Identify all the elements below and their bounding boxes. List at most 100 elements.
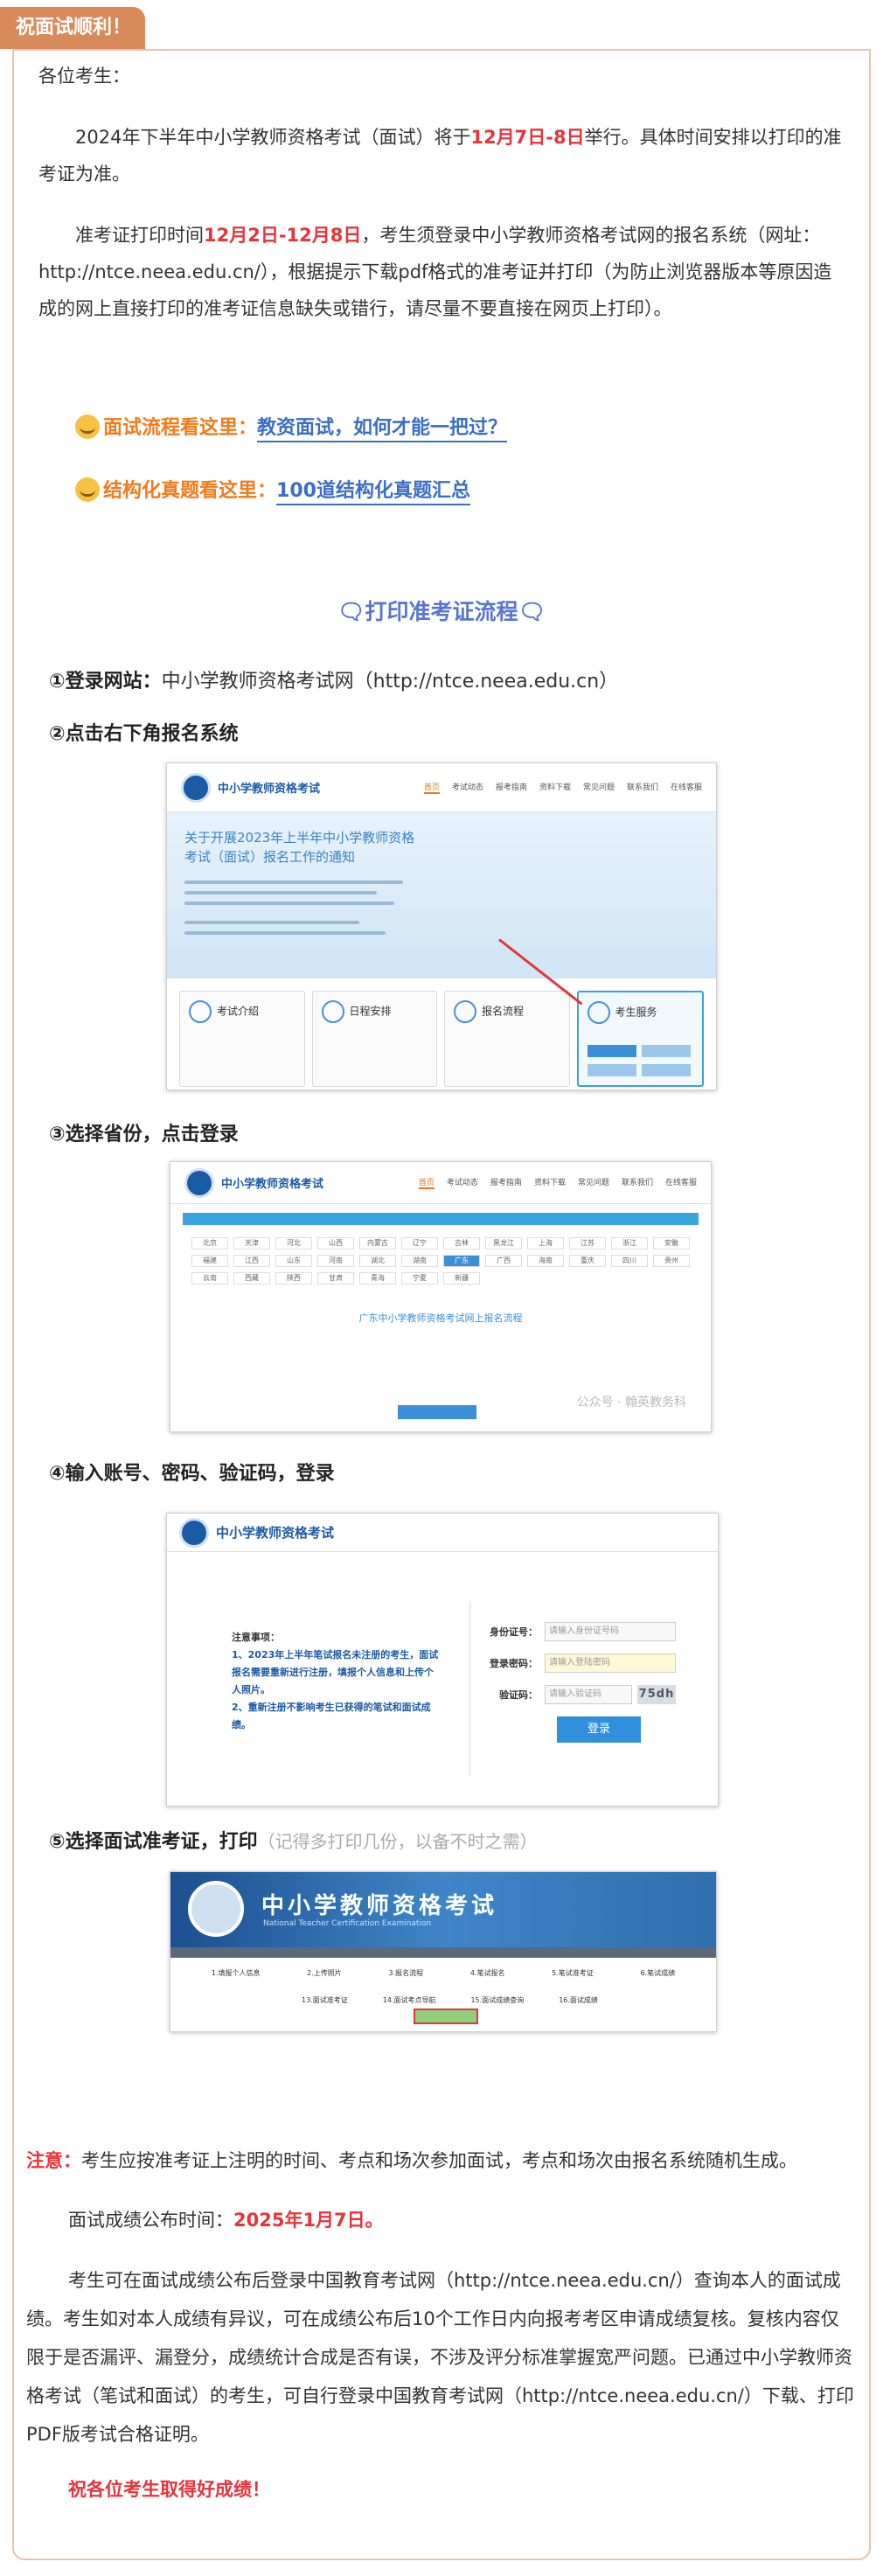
- step-2: ②点击右下角报名系统: [49, 723, 239, 745]
- interview-admission-ticket[interactable]: 13.面试准考证: [302, 1995, 348, 2005]
- province-option[interactable]: 云南: [191, 1272, 228, 1285]
- province-option[interactable]: 山西: [317, 1237, 354, 1250]
- nav-item[interactable]: 报考指南: [496, 781, 527, 794]
- result-paragraph: 考生可在面试成绩公布后登录中国教育考试网（http://ntce.neea.ed…: [26, 2270, 854, 2445]
- province-option[interactable]: 西藏: [233, 1272, 270, 1285]
- site-title: 中小学教师资格考试: [218, 783, 321, 796]
- province-login-button[interactable]: [398, 1405, 476, 1419]
- nav-item[interactable]: 资料下载: [534, 1176, 566, 1189]
- province-option[interactable]: 四川: [611, 1255, 648, 1267]
- nav-item[interactable]: 报考指南: [490, 1176, 522, 1189]
- nav-item[interactable]: 联系我们: [627, 781, 658, 794]
- site-subtitle: National Teacher Certification Examinati…: [263, 1919, 432, 1928]
- process-step[interactable]: 15.面试成绩查询: [470, 1995, 524, 2005]
- home-banner: 关于开展2023年上半年中小学教师资格考试（面试）报名工作的通知: [167, 812, 716, 978]
- screenshot-home: 中小学教师资格考试 首页 考试动态 报考指南 资料下载 常见问题 联系我们 在线…: [166, 762, 717, 1090]
- process-steps: 1.填报个人信息 2.上传照片 3.报名流程 4.笔试报名 5.笔试准考证 6.…: [170, 1958, 716, 1978]
- banner-notice[interactable]: 关于开展2023年上半年中小学教师资格考试（面试）报名工作的通知: [184, 828, 421, 867]
- id-label: 身份证号：: [490, 1626, 538, 1638]
- wish-text: 祝各位考生取得好成绩！: [68, 2479, 270, 2500]
- province-option[interactable]: 江苏: [569, 1237, 606, 1250]
- province-option[interactable]: 安徽: [653, 1237, 690, 1250]
- password-input[interactable]: 请输入登陆密码: [545, 1654, 676, 1673]
- process-step[interactable]: 14.面试考点导航: [383, 1995, 436, 2005]
- province-option[interactable]: 内蒙古: [359, 1237, 396, 1250]
- nav-item[interactable]: 首页: [423, 781, 440, 794]
- captcha-input[interactable]: 请输入验证码: [545, 1685, 632, 1704]
- nav-item[interactable]: 首页: [418, 1176, 435, 1189]
- process-step[interactable]: 5.笔试准考证: [552, 1968, 594, 1978]
- process-step[interactable]: 16.面试成绩: [559, 1995, 598, 2005]
- exam-logo-icon: [184, 1167, 214, 1198]
- check-icon: [321, 1000, 344, 1023]
- site-nav: 首页 考试动态 报考指南 资料下载 常见问题 联系我们 在线客服: [418, 1176, 711, 1189]
- province-option[interactable]: 贵州: [653, 1255, 690, 1267]
- intro-paragraph-1: 2024年下半年中小学教师资格考试（面试）将于12月7日-8日举行。具体时间安排…: [38, 127, 842, 184]
- site-title: 中小学教师资格考试: [216, 1525, 335, 1541]
- card-registration-flow[interactable]: 报名流程: [444, 991, 570, 1087]
- card-schedule[interactable]: 日程安排: [311, 991, 437, 1087]
- province-option[interactable]: 青海: [359, 1272, 396, 1285]
- step-5: ⑤选择面试准考证，打印（记得多打印几份，以备不时之需）: [49, 1831, 538, 1853]
- header-tag: 祝面试顺利！: [0, 7, 145, 49]
- province-option[interactable]: 湖南: [401, 1255, 438, 1267]
- province-option[interactable]: 重庆: [569, 1255, 606, 1267]
- exam-logo-icon: [179, 1517, 209, 1548]
- step-1: ①登录网站：中小学教师资格考试网（http://ntce.neea.edu.cn…: [49, 671, 619, 693]
- process-step[interactable]: 2.上传照片: [307, 1968, 342, 1978]
- province-option[interactable]: 浙江: [611, 1237, 648, 1250]
- province-option[interactable]: 福建: [191, 1255, 228, 1267]
- registration-system-button[interactable]: [587, 1045, 636, 1057]
- province-option[interactable]: 湖北: [359, 1255, 396, 1267]
- nav-item[interactable]: 在线客服: [665, 1176, 697, 1189]
- process-step[interactable]: 3.报名流程: [389, 1968, 424, 1978]
- province-option[interactable]: 北京: [191, 1237, 228, 1250]
- province-option[interactable]: 广东: [443, 1255, 480, 1267]
- province-option[interactable]: 宁夏: [401, 1272, 438, 1285]
- province-option[interactable]: 山东: [275, 1255, 312, 1267]
- login-button[interactable]: 登录: [557, 1716, 641, 1743]
- process-step[interactable]: 4.笔试报名: [470, 1968, 505, 1978]
- nav-item[interactable]: 常见问题: [583, 781, 615, 794]
- province-option[interactable]: 河南: [317, 1255, 354, 1267]
- login-form: 身份证号： 请输入身份证号码 登录密码： 请输入登陆密码 验证码： 请输入验证码…: [489, 1622, 676, 1743]
- nav-item[interactable]: 考试动态: [447, 1176, 478, 1189]
- nav-item[interactable]: 在线客服: [671, 781, 702, 794]
- province-option[interactable]: 陕西: [275, 1272, 312, 1285]
- structured-questions-link[interactable]: 100道结构化真题汇总: [276, 480, 470, 505]
- screenshot-print: 中小学教师资格考试 National Teacher Certification…: [170, 1871, 717, 2032]
- province-option[interactable]: 黑龙江: [485, 1237, 522, 1250]
- nav-item[interactable]: 联系我们: [622, 1176, 653, 1189]
- process-step[interactable]: 6.笔试成绩: [640, 1968, 675, 1978]
- captcha-image[interactable]: 75dh: [637, 1685, 676, 1704]
- province-option[interactable]: 天津: [233, 1237, 270, 1250]
- site-title: 中小学教师资格考试: [221, 1178, 324, 1191]
- exam-logo-icon: [181, 772, 211, 803]
- process-step[interactable]: 1.填报个人信息: [212, 1968, 261, 1978]
- province-option[interactable]: 吉林: [443, 1237, 480, 1250]
- province-option[interactable]: 辽宁: [401, 1237, 438, 1250]
- nav-item[interactable]: 考试动态: [452, 781, 483, 794]
- step-4: ④输入账号、密码、验证码，登录: [49, 1463, 335, 1485]
- province-flow-link[interactable]: 广东中小学教师资格考试网上报名流程: [170, 1311, 711, 1325]
- card-candidate-service[interactable]: 考生服务: [576, 991, 704, 1087]
- province-option[interactable]: 海南: [527, 1255, 564, 1267]
- nav-item[interactable]: 资料下载: [539, 781, 571, 794]
- step-3: ③选择省份，点击登录: [49, 1124, 239, 1145]
- card-exam-intro[interactable]: 考试介绍: [179, 991, 305, 1087]
- province-option[interactable]: 广西: [485, 1255, 522, 1267]
- screenshot-province: 中小学教师资格考试 首页 考试动态 报考指南 资料下载 常见问题 联系我们 在线…: [170, 1161, 712, 1432]
- nav-item[interactable]: 常见问题: [578, 1176, 609, 1189]
- password-label: 登录密码：: [490, 1658, 538, 1669]
- province-option[interactable]: 甘肃: [317, 1272, 354, 1285]
- interview-flow-link[interactable]: 教资面试，如何才能一把过？: [257, 417, 508, 442]
- smile-emoji-icon: [75, 414, 100, 439]
- province-option[interactable]: 新疆: [443, 1272, 480, 1285]
- province-option[interactable]: 江西: [233, 1255, 270, 1267]
- province-option[interactable]: 上海: [527, 1237, 564, 1250]
- result-date: 面试成绩公布时间：2025年1月7日。: [68, 2210, 384, 2231]
- id-input[interactable]: 请输入身份证号码: [545, 1622, 676, 1641]
- guide-interview-flow: 面试流程看这里：教资面试，如何才能一把过？: [75, 411, 508, 446]
- province-option[interactable]: 河北: [275, 1237, 312, 1250]
- notice-paragraph: 注意：考生应按准考证上注明的时间、考点和场次参加面试，考点和场次由报名系统随机生…: [26, 2150, 797, 2171]
